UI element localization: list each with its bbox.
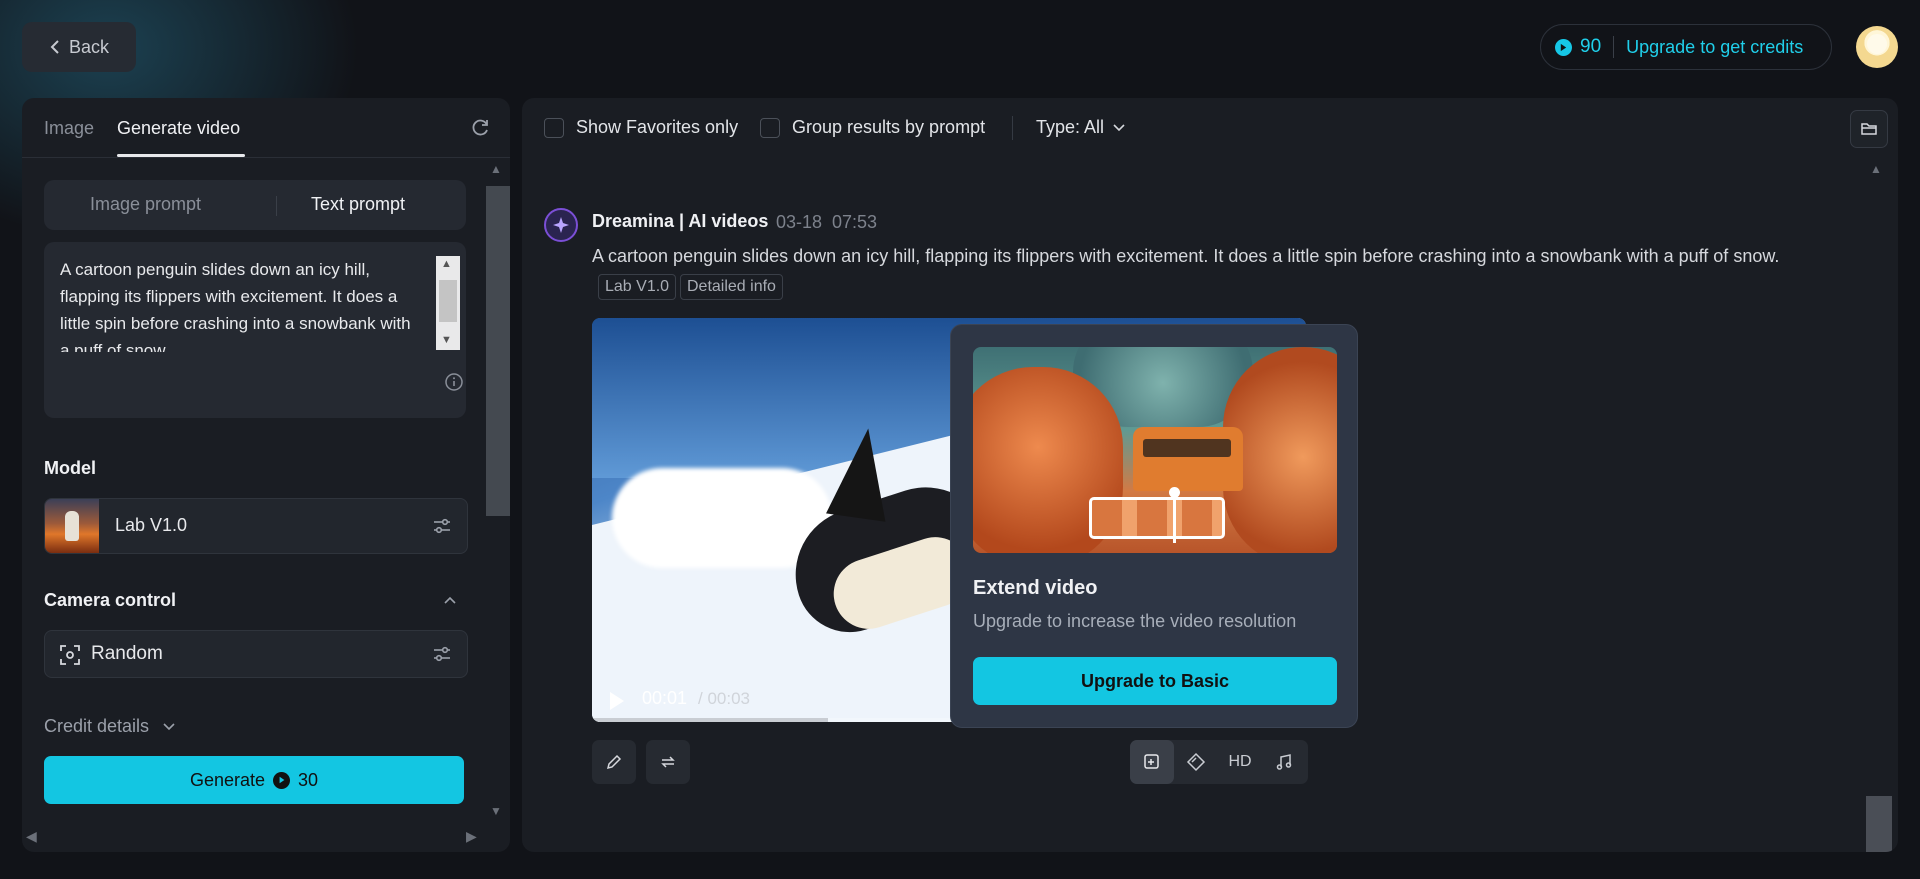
video-progress-fill xyxy=(592,718,828,722)
avatar[interactable] xyxy=(1856,26,1898,68)
switch-divider xyxy=(276,196,277,216)
model-thumbnail xyxy=(45,499,99,553)
prompt-textarea[interactable]: A cartoon penguin slides down an icy hil… xyxy=(60,256,420,352)
image-prompt-option[interactable]: Image prompt xyxy=(90,194,201,215)
model-name: Lab V1.0 xyxy=(115,515,188,535)
credit-coin-icon xyxy=(273,771,291,789)
filter-separator xyxy=(1012,116,1013,140)
interpolate-button[interactable] xyxy=(1174,740,1218,784)
edit-button[interactable] xyxy=(592,740,636,784)
text-prompt-option[interactable]: Text prompt xyxy=(311,194,405,215)
back-label: Back xyxy=(68,36,110,57)
scroll-down-arrow-icon[interactable]: ▼ xyxy=(441,334,452,346)
dreamina-logo-icon xyxy=(544,208,578,242)
chevron-up-icon[interactable] xyxy=(442,592,458,608)
model-selector[interactable]: Lab V1.0 xyxy=(44,498,468,554)
generate-label: Generate xyxy=(189,769,266,790)
active-tab-indicator xyxy=(117,154,245,157)
video-total-time: / 00:03 xyxy=(698,689,750,708)
scroll-left-arrow-icon[interactable]: ◀ xyxy=(26,828,37,845)
chevron-left-icon xyxy=(50,40,59,54)
popover-subtitle: Upgrade to increase the video resolution xyxy=(973,611,1297,631)
extend-icon xyxy=(1144,754,1159,769)
scroll-up-arrow-icon[interactable]: ▲ xyxy=(1870,162,1882,176)
popover-title: Extend video xyxy=(973,577,1098,599)
post-title: Dreamina | AI videos xyxy=(592,211,769,231)
post-date: 03-18 xyxy=(776,212,823,232)
video-current-time: 00:01 xyxy=(642,688,688,708)
add-sound-button[interactable] xyxy=(1262,740,1306,784)
favorites-label[interactable]: Show Favorites only xyxy=(576,117,738,138)
hd-label: HD xyxy=(1228,753,1252,770)
model-label: Model xyxy=(44,458,96,478)
credit-details-label: Credit details xyxy=(44,716,150,736)
scroll-up-arrow-icon[interactable]: ▲ xyxy=(441,258,452,270)
extend-video-preview-image xyxy=(973,347,1337,553)
camera-control-label: Camera control xyxy=(44,590,177,610)
folder-icon xyxy=(1861,123,1877,135)
music-icon xyxy=(1276,754,1292,770)
extend-video-popover: Extend video Upgrade to increase the vid… xyxy=(950,324,1358,728)
prompt-type-switch: Image prompt Text prompt xyxy=(44,180,466,230)
credits-pill[interactable]: 90 Upgrade to get credits xyxy=(1540,24,1832,70)
prompt-textarea-container: A cartoon penguin slides down an icy hil… xyxy=(44,242,466,418)
post-prompt: A cartoon penguin slides down an icy hil… xyxy=(592,246,1780,266)
camera-control-selector[interactable]: Random xyxy=(44,630,468,678)
chevron-down-icon xyxy=(163,723,175,731)
regenerate-icon xyxy=(661,756,675,768)
left-panel: Image Generate video Image prompt Text p… xyxy=(22,98,510,852)
generate-cost: 30 xyxy=(298,769,319,790)
regenerate-button[interactable] xyxy=(646,740,690,784)
filter-bar: Show Favorites only Group results by pro… xyxy=(522,98,1898,158)
scroll-up-arrow-icon[interactable]: ▲ xyxy=(490,162,502,176)
credits-count: 90 xyxy=(1580,36,1602,57)
model-tag: Lab V1.0 xyxy=(598,274,677,300)
tab-image[interactable]: Image xyxy=(44,118,94,139)
prompt-scroll-thumb[interactable] xyxy=(439,280,457,322)
edit-icon xyxy=(606,754,622,770)
left-vertical-scrollbar[interactable]: ▲ ▼ xyxy=(484,160,510,820)
info-icon[interactable] xyxy=(444,372,464,392)
group-by-prompt-checkbox[interactable] xyxy=(760,118,780,138)
favorites-checkbox[interactable] xyxy=(544,118,564,138)
extend-video-button[interactable] xyxy=(1130,740,1174,784)
play-icon[interactable] xyxy=(610,692,624,710)
credit-coin-icon xyxy=(1555,38,1572,56)
mode-tabs: Image Generate video xyxy=(22,98,510,158)
results-scroll-thumb[interactable] xyxy=(1866,796,1892,852)
credit-details-toggle[interactable]: Credit details xyxy=(44,716,176,737)
back-button[interactable]: Back xyxy=(22,22,136,72)
prompt-scrollbar[interactable]: ▲ ▼ xyxy=(436,256,460,350)
settings-sliders-icon[interactable] xyxy=(431,515,453,537)
group-by-prompt-label[interactable]: Group results by prompt xyxy=(792,117,985,138)
generate-button[interactable]: Generate 30 xyxy=(44,756,464,804)
upgrade-credits-link[interactable]: Upgrade to get credits xyxy=(1626,37,1803,58)
camera-control-value: Random xyxy=(91,643,163,664)
results-vertical-scrollbar[interactable]: ▲ ▼ xyxy=(1862,160,1892,852)
left-scroll-thumb[interactable] xyxy=(486,186,510,516)
type-filter-dropdown[interactable]: Type: All xyxy=(1036,117,1126,138)
settings-sliders-icon[interactable] xyxy=(431,643,453,665)
video-tools-group: HD xyxy=(1130,740,1308,784)
upgrade-to-basic-button[interactable]: Upgrade to Basic xyxy=(973,657,1337,705)
interpolate-icon xyxy=(1186,752,1206,772)
refresh-icon[interactable] xyxy=(468,116,492,140)
scroll-right-arrow-icon[interactable]: ▶ xyxy=(466,828,477,845)
folder-button[interactable] xyxy=(1850,110,1888,148)
video-penguin-hat xyxy=(826,424,898,522)
type-filter-label: Type: All xyxy=(1036,117,1105,137)
scroll-down-arrow-icon[interactable]: ▼ xyxy=(490,804,502,818)
chevron-down-icon xyxy=(1113,123,1125,131)
post-time: 07:53 xyxy=(832,212,878,232)
focus-icon xyxy=(60,645,80,665)
detailed-info-tag[interactable]: Detailed info xyxy=(680,274,783,300)
credits-separator xyxy=(1613,36,1615,58)
tab-generate-video[interactable]: Generate video xyxy=(117,118,240,139)
hd-upscale-button[interactable]: HD xyxy=(1218,740,1262,784)
